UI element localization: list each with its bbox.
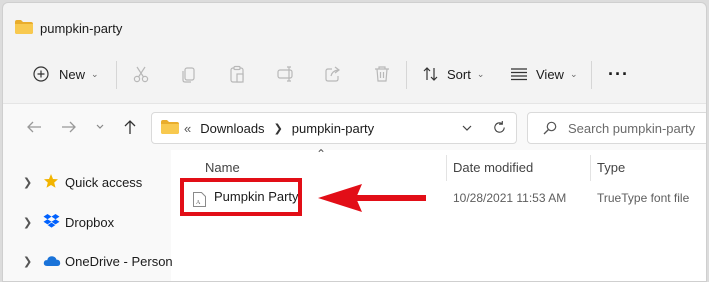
up-button[interactable] <box>119 116 141 138</box>
delete-button[interactable] <box>373 49 391 99</box>
folder-icon <box>161 120 179 134</box>
rename-button[interactable] <box>276 49 296 99</box>
file-type: TrueType font file <box>597 191 690 205</box>
toolbar-divider <box>591 61 592 89</box>
refresh-icon[interactable] <box>492 120 507 135</box>
breadcrumb-pumpkin-party[interactable]: pumpkin-party <box>292 121 374 136</box>
sort-ascending-icon: ⌃ <box>316 147 327 161</box>
copy-icon <box>182 67 195 83</box>
window-title: pumpkin-party <box>40 21 123 36</box>
trash-icon <box>375 66 389 82</box>
column-header-name[interactable]: Name <box>205 160 240 175</box>
arrow-right-icon <box>62 121 76 133</box>
forward-button[interactable] <box>58 116 80 138</box>
arrow-left-icon <box>27 121 41 133</box>
new-button[interactable]: New ⌄ <box>33 49 99 99</box>
plus-circle-icon <box>33 66 49 82</box>
toolbar-divider <box>406 61 407 89</box>
recent-locations-button[interactable] <box>89 116 111 138</box>
copy-button[interactable] <box>180 49 198 99</box>
dropbox-icon <box>43 214 60 228</box>
chevron-right-icon[interactable]: ❯ <box>23 176 32 189</box>
sort-label: Sort <box>447 66 471 82</box>
file-explorer-window: pumpkin-party New ⌄ Sort ⌄ View ⌄ ··· « … <box>2 2 707 282</box>
toolbar-divider <box>116 61 117 89</box>
title-bar: pumpkin-party <box>3 3 706 45</box>
column-header-type[interactable]: Type <box>597 160 625 175</box>
chevron-down-icon: ⌄ <box>476 69 485 79</box>
search-placeholder: Search pumpkin-party <box>568 121 696 136</box>
sort-icon <box>423 67 438 81</box>
breadcrumb-downloads[interactable]: Downloads <box>200 121 264 136</box>
share-icon <box>325 66 340 82</box>
sidebar-item-label: OneDrive - Personal <box>65 253 183 269</box>
view-list-icon <box>511 68 527 81</box>
red-arrow-icon <box>318 184 426 212</box>
address-bar[interactable]: « Downloads ❯ pumpkin-party <box>151 112 517 144</box>
chevron-down-icon[interactable] <box>462 124 472 132</box>
navigation-bar: « Downloads ❯ pumpkin-party Search pumpk… <box>3 103 706 150</box>
star-icon <box>44 174 58 188</box>
scissors-icon <box>133 66 149 83</box>
back-button[interactable] <box>23 116 45 138</box>
cloud-icon <box>43 256 61 266</box>
column-divider[interactable] <box>446 155 447 181</box>
folder-icon <box>15 20 33 34</box>
sidebar-item-onedrive[interactable]: ❯ OneDrive - Personal <box>3 246 183 276</box>
new-label: New <box>59 66 86 82</box>
breadcrumb: « Downloads ❯ pumpkin-party <box>184 121 383 136</box>
arrow-up-icon <box>124 120 136 134</box>
navigation-pane: ❯ Quick access ❯ Dropbox ❯ OneDrive - Pe… <box>3 150 183 281</box>
chevron-down-icon: ⌄ <box>91 69 99 79</box>
chevron-right-icon[interactable]: ❯ <box>23 216 32 229</box>
chevron-right-icon[interactable]: ❯ <box>23 255 32 268</box>
highlight-box <box>180 178 302 216</box>
breadcrumb-overflow[interactable]: « <box>184 121 191 136</box>
clipboard-icon <box>230 65 244 83</box>
file-date: 10/28/2021 11:53 AM <box>453 191 567 205</box>
command-bar: New ⌄ Sort ⌄ View ⌄ ··· <box>3 49 706 99</box>
sort-button[interactable]: Sort ⌄ <box>422 49 484 99</box>
column-divider[interactable] <box>590 155 591 181</box>
view-label: View <box>536 66 564 82</box>
chevron-right-icon[interactable]: ❯ <box>274 122 283 135</box>
share-button[interactable] <box>324 49 342 99</box>
sidebar-item-quick-access[interactable]: ❯ Quick access <box>3 167 171 197</box>
search-input[interactable]: Search pumpkin-party <box>527 112 706 144</box>
rename-icon <box>277 66 293 82</box>
sidebar-item-dropbox[interactable]: ❯ Dropbox <box>3 207 171 237</box>
sidebar-item-label: Quick access <box>65 174 143 190</box>
cut-button[interactable] <box>132 49 150 99</box>
sidebar-item-label: Dropbox <box>65 214 115 230</box>
paste-button[interactable] <box>228 49 246 99</box>
column-header-date[interactable]: Date modified <box>453 160 533 175</box>
search-icon <box>543 121 557 135</box>
chevron-down-icon: ⌄ <box>569 69 578 79</box>
chevron-down-icon <box>96 124 104 129</box>
view-button[interactable]: View ⌄ <box>510 49 578 99</box>
see-more-button[interactable]: ··· <box>608 49 629 99</box>
